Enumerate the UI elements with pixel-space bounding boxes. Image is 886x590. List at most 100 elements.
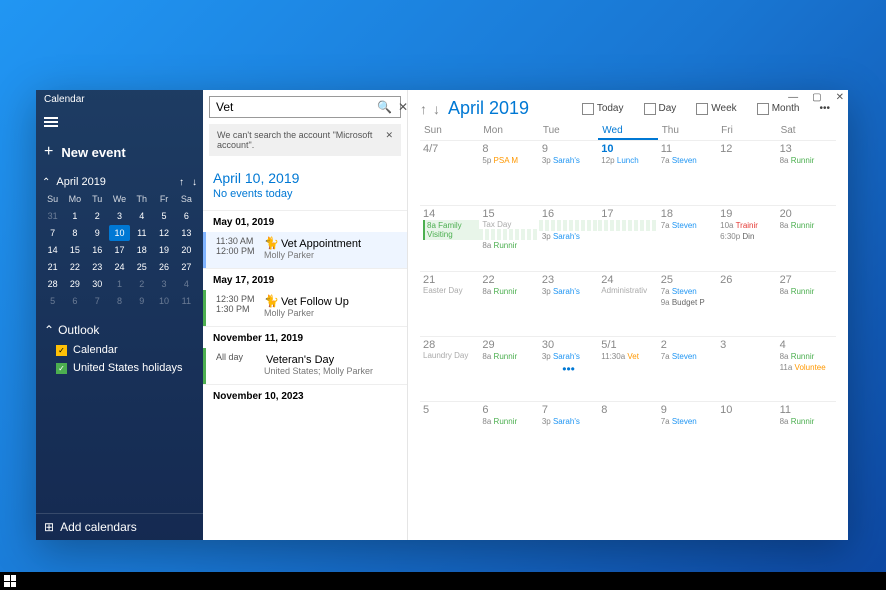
day-cell[interactable]: 93p Sarah's (539, 140, 598, 205)
event-chip[interactable]: 3p Sarah's (542, 155, 595, 166)
mini-cal-day[interactable]: 26 (153, 259, 174, 275)
event-chip[interactable]: 3p Sarah's (542, 286, 595, 297)
close-button[interactable]: ✕ (836, 92, 844, 103)
day-cell[interactable]: 208a Runnir (777, 205, 836, 270)
minimize-button[interactable]: — (788, 92, 798, 103)
mini-cal-day[interactable]: 15 (64, 242, 85, 258)
day-cell[interactable]: 8 (598, 401, 657, 466)
mini-cal-day[interactable]: 9 (87, 225, 108, 241)
search-icon[interactable]: 🔍 (377, 100, 392, 114)
mini-cal-day[interactable]: 9 (131, 293, 152, 309)
mini-cal-day[interactable]: 20 (176, 242, 197, 258)
day-cell[interactable]: 48a Runnir11a Voluntee (777, 336, 836, 401)
mini-cal-day[interactable]: 7 (42, 225, 63, 241)
event-chip[interactable]: 8a Runnir (780, 351, 833, 362)
clear-search-button[interactable]: ✕ (398, 100, 408, 114)
mini-cal-day[interactable]: 30 (87, 276, 108, 292)
mini-cal-day[interactable]: 25 (131, 259, 152, 275)
event-chip[interactable]: 6:30p Din (720, 231, 773, 242)
mini-cal-day[interactable]: 24 (109, 259, 130, 275)
start-button[interactable] (4, 575, 16, 587)
search-result-item[interactable]: All dayVeteran's DayUnited States; Molly… (203, 348, 407, 384)
day-cell[interactable]: 117a Steven (658, 140, 717, 205)
event-chip[interactable]: 7a Steven (661, 286, 714, 297)
multi-day-event[interactable] (539, 220, 598, 231)
mini-cal-day[interactable]: 28 (42, 276, 63, 292)
mini-cal-day[interactable]: 2 (87, 208, 108, 224)
event-chip[interactable]: 12p Lunch (601, 155, 654, 166)
day-cell[interactable]: 68a Runnir (479, 401, 538, 466)
week-view-button[interactable]: Week (690, 100, 742, 118)
event-chip[interactable]: 7a Steven (661, 155, 714, 166)
day-cell[interactable]: 26 (717, 271, 776, 336)
mini-cal-collapse-icon[interactable]: ⌃ (42, 177, 50, 188)
next-month-button[interactable]: ↓ (433, 101, 440, 117)
day-cell[interactable]: 298a Runnir (479, 336, 538, 401)
day-cell[interactable]: 187a Steven (658, 205, 717, 270)
mini-cal-day[interactable]: 3 (109, 208, 130, 224)
search-input[interactable] (216, 100, 371, 114)
today-button[interactable]: Today (576, 100, 630, 118)
day-cell[interactable]: 10 (717, 401, 776, 466)
day-cell[interactable]: 16 3p Sarah's (539, 205, 598, 270)
checkbox-icon[interactable]: ✓ (56, 363, 67, 374)
mini-cal-day[interactable]: 11 (176, 293, 197, 309)
day-cell[interactable]: 1012p Lunch (598, 140, 657, 205)
day-cell[interactable]: 4/7 (420, 140, 479, 205)
multi-day-event[interactable]: 8a Family Visiting (423, 220, 479, 240)
mini-cal-day[interactable]: 1 (109, 276, 130, 292)
event-chip[interactable]: 3p Sarah's (542, 351, 595, 362)
multi-day-event[interactable] (598, 220, 657, 231)
event-chip[interactable]: 7a Steven (661, 416, 714, 427)
event-chip[interactable]: 8a Runnir (482, 351, 535, 362)
event-chip[interactable]: 8a Runnir (482, 240, 535, 251)
event-chip[interactable]: 5p PSA M (482, 155, 535, 166)
hamburger-menu-button[interactable] (36, 109, 203, 135)
day-cell[interactable]: 97a Steven (658, 401, 717, 466)
checkbox-icon[interactable]: ✓ (56, 345, 67, 356)
mini-cal-day[interactable]: 2 (131, 276, 152, 292)
mini-cal-day[interactable]: 3 (153, 276, 174, 292)
day-cell[interactable]: 278a Runnir (777, 271, 836, 336)
prev-month-button[interactable]: ↑ (420, 101, 427, 117)
search-result-item[interactable]: 12:30 PM1:30 PM🐈Vet Follow UpMolly Parke… (203, 290, 407, 326)
mini-cal-day[interactable]: 18 (131, 242, 152, 258)
day-cell[interactable]: 257a Steven9a Budget P (658, 271, 717, 336)
day-cell[interactable]: 138a Runnir (777, 140, 836, 205)
mini-cal-day[interactable]: 5 (42, 293, 63, 309)
day-cell[interactable]: 12 (717, 140, 776, 205)
event-chip[interactable]: 7a Steven (661, 220, 714, 231)
mini-cal-day[interactable]: 17 (109, 242, 130, 258)
day-cell[interactable]: 3 (717, 336, 776, 401)
mini-cal-day[interactable]: 29 (64, 276, 85, 292)
dismiss-error-button[interactable]: ✕ (385, 130, 393, 141)
mini-cal-day[interactable]: 8 (64, 225, 85, 241)
mini-cal-day[interactable]: 12 (153, 225, 174, 241)
mini-cal-day[interactable]: 22 (64, 259, 85, 275)
mini-cal-day[interactable]: 6 (64, 293, 85, 309)
taskbar[interactable] (0, 572, 886, 590)
mini-cal-day[interactable]: 11 (131, 225, 152, 241)
mini-cal-day[interactable]: 4 (176, 276, 197, 292)
multi-day-event[interactable] (479, 229, 538, 240)
mini-cal-day[interactable]: 6 (176, 208, 197, 224)
day-cell[interactable]: 24Administrativ (598, 271, 657, 336)
day-cell[interactable]: 233p Sarah's (539, 271, 598, 336)
mini-cal-day[interactable]: 21 (42, 259, 63, 275)
mini-cal-day[interactable]: 13 (176, 225, 197, 241)
day-cell[interactable]: 303p Sarah's••• (539, 336, 598, 401)
day-cell[interactable]: 17 (598, 205, 657, 270)
day-view-button[interactable]: Day (638, 100, 683, 118)
mini-cal-day[interactable]: 27 (176, 259, 197, 275)
mini-cal-day[interactable]: 14 (42, 242, 63, 258)
mini-cal-day[interactable]: 16 (87, 242, 108, 258)
event-chip[interactable]: 11a Voluntee (780, 362, 833, 373)
event-chip[interactable]: 8a Runnir (780, 220, 833, 231)
event-chip[interactable]: 8a Runnir (780, 155, 833, 166)
day-cell[interactable]: 15Tax Day 8a Runnir (479, 205, 538, 270)
mini-cal-next-button[interactable]: ↓ (192, 177, 197, 188)
day-cell[interactable]: 85p PSA M (479, 140, 538, 205)
event-chip[interactable]: 8a Runnir (780, 416, 833, 427)
event-chip[interactable]: 11:30a Vet (601, 351, 654, 362)
mini-cal-day[interactable]: 19 (153, 242, 174, 258)
